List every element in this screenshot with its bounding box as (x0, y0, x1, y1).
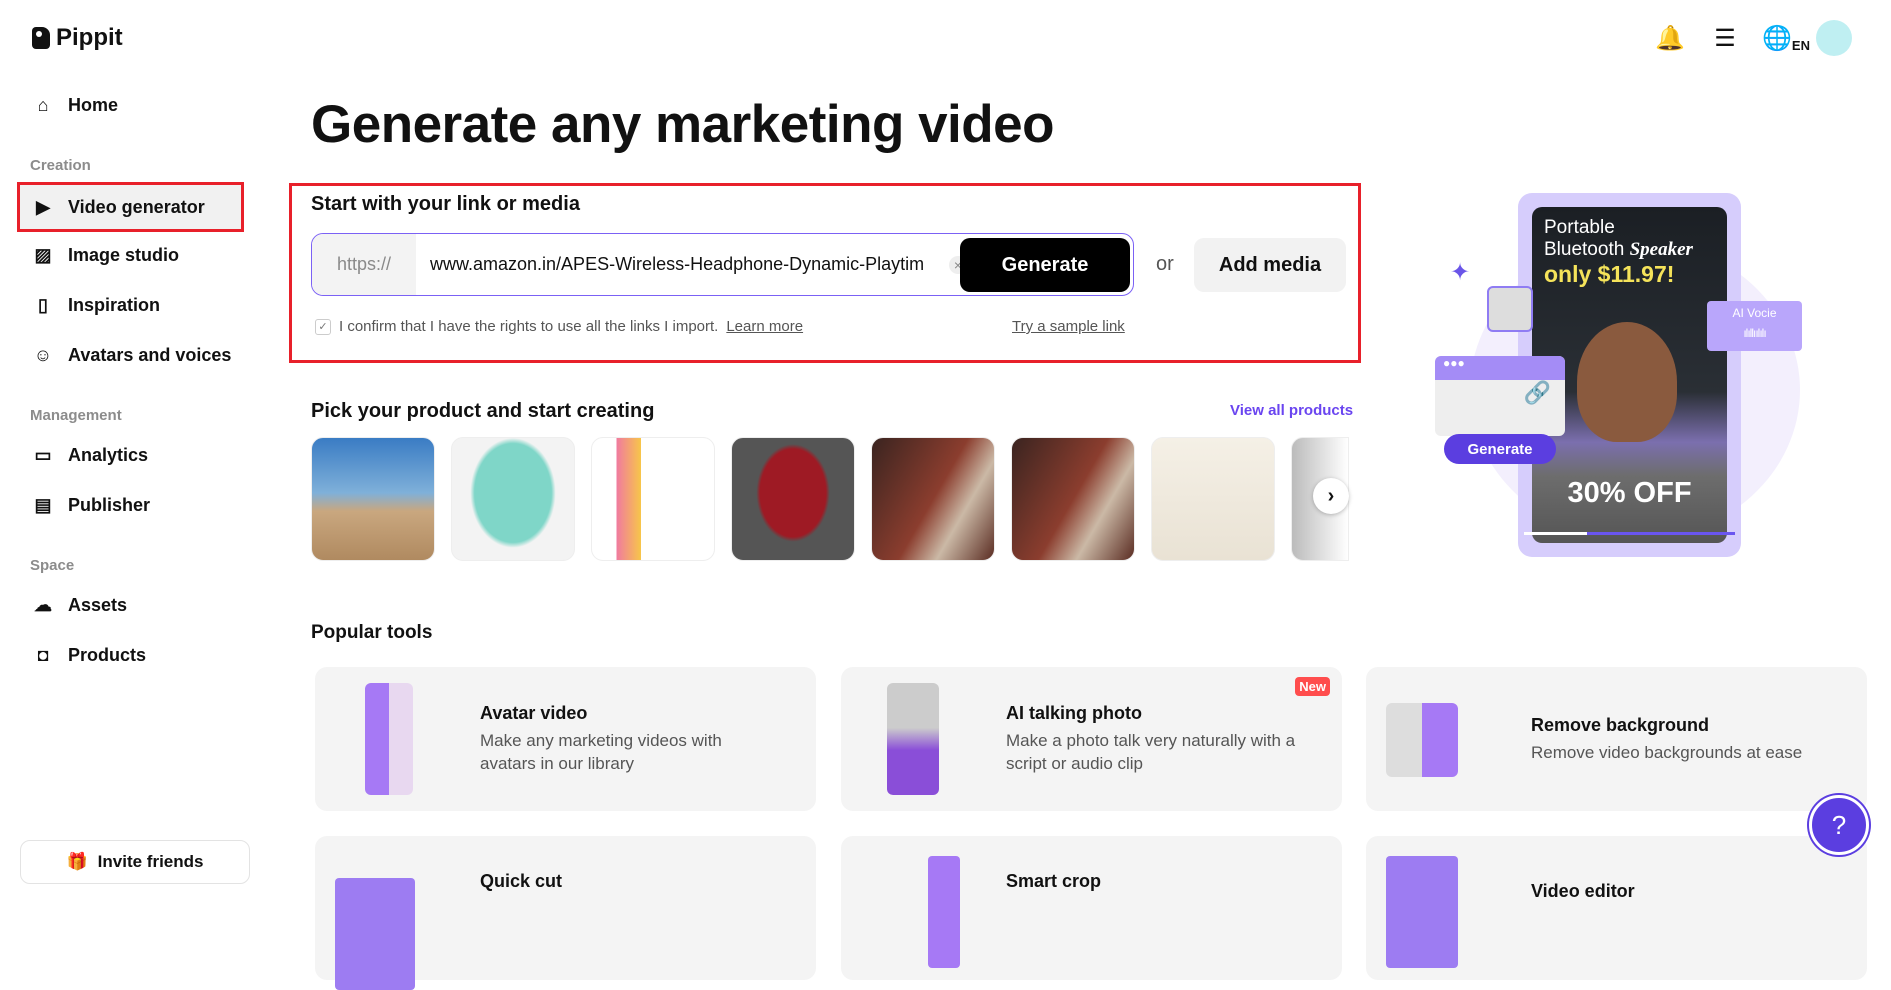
bell-icon[interactable]: 🔔 (1654, 22, 1686, 54)
products-heading: Pick your product and start creating (311, 400, 655, 422)
promo-generate-button: Generate (1444, 434, 1556, 464)
promo-person (1577, 322, 1677, 442)
image-plus-icon: ▨ (34, 244, 52, 265)
language-button[interactable]: 🌐 EN (1762, 22, 1810, 54)
next-products-button[interactable]: › (1313, 478, 1349, 514)
sidebar-item-assets[interactable]: ☁ Assets (17, 582, 244, 628)
product-thumbnail[interactable] (871, 437, 995, 561)
sidebar: ⌂ Home Creation ▶ Video generator ▨ Image s… (17, 0, 244, 897)
promo-text: Bluetooth (1544, 239, 1625, 260)
home-icon: ⌂ (37, 94, 49, 115)
or-label: or (1156, 253, 1174, 275)
generate-button[interactable]: Generate (960, 238, 1130, 292)
help-button[interactable]: ? (1809, 795, 1869, 855)
gift-icon: 🎁 (66, 852, 88, 871)
sidebar-item-analytics[interactable]: ▭ Analytics (17, 432, 244, 478)
link-card: ●●● 🔗 (1435, 356, 1565, 436)
globe-icon: 🌐 (1762, 24, 1792, 52)
bag-icon: ◘ (37, 644, 49, 665)
tool-card-avatar-video[interactable]: Avatar video Make any marketing videos wi… (315, 667, 816, 811)
quick-cut-thumbnail (335, 878, 415, 990)
sidebar-item-products[interactable]: ◘ Products (17, 632, 244, 678)
add-media-button[interactable]: Add media (1194, 238, 1346, 292)
promo-price: only $11.97! (1544, 261, 1675, 287)
video-editor-thumbnail (1386, 856, 1458, 968)
sidebar-item-inspiration[interactable]: ▯ Inspiration (17, 282, 244, 328)
smart-crop-thumbnail (928, 856, 960, 968)
calendar-icon: ▤ (34, 494, 52, 515)
product-thumbnail[interactable] (1011, 437, 1135, 561)
chart-icon: ▭ (34, 444, 52, 465)
sidebar-item-video-generator[interactable]: ▶ Video generator (17, 182, 244, 232)
video-plus-icon: ▶ (36, 196, 50, 217)
product-thumbnail[interactable] (1151, 437, 1275, 561)
sidebar-item-publisher[interactable]: ▤ Publisher (17, 482, 244, 528)
invite-friends-button[interactable]: 🎁 Invite friends (20, 840, 250, 884)
tool-card-remove-background[interactable]: Remove background Remove video background… (1366, 667, 1867, 811)
sidebar-item-avatars[interactable]: ☺ Avatars and voices (17, 332, 244, 378)
try-sample-link[interactable]: Try a sample link (1012, 318, 1125, 335)
avatar-icon: ☺ (33, 344, 53, 365)
tool-card-video-editor[interactable]: Video editor (1366, 836, 1867, 980)
tool-card-quick-cut[interactable]: Quick cut (315, 836, 816, 990)
sidebar-item-image-studio[interactable]: ▨ Image studio (17, 232, 244, 278)
tool-card-smart-crop[interactable]: Smart crop (841, 836, 1342, 980)
promo-text: Portable (1544, 217, 1615, 238)
product-thumbnail[interactable] (311, 437, 435, 561)
product-thumbnail[interactable] (451, 437, 575, 561)
view-all-products-link[interactable]: View all products (1230, 402, 1353, 419)
tools-heading: Popular tools (311, 622, 433, 643)
avatar-video-thumbnail (365, 683, 413, 795)
promo-progress (1524, 532, 1735, 535)
url-prefix: https:// (312, 234, 416, 295)
promo-discount: 30% OFF (1567, 477, 1692, 509)
sidebar-item-home[interactable]: ⌂ Home (17, 82, 244, 128)
section-label: Management (30, 407, 122, 424)
rights-confirmation: ✓ I confirm that I have the rights to use… (315, 318, 803, 335)
confirm-checkbox[interactable]: ✓ (315, 318, 331, 335)
talking-photo-thumbnail (887, 683, 939, 795)
product-thumbnail[interactable] (591, 437, 715, 561)
section-label: Creation (30, 157, 91, 174)
layers-icon[interactable]: ☰ (1709, 22, 1741, 54)
ai-voice-badge: AI Vocie ılıllıılılı (1707, 301, 1802, 351)
promo-text: Speaker (1629, 239, 1693, 260)
page-title: Generate any marketing video (311, 95, 1055, 154)
product-thumbnail[interactable] (731, 437, 855, 561)
cloud-icon: ☁ (34, 594, 52, 615)
url-input[interactable]: www.amazon.in/APES-Wireless-Headphone-Dy… (416, 234, 947, 295)
new-badge: New (1295, 677, 1330, 696)
sparkle-icon: ✦ (1450, 259, 1471, 286)
avatar[interactable] (1816, 20, 1852, 56)
headphone-thumb (1487, 286, 1533, 332)
learn-more-link[interactable]: Learn more (726, 318, 803, 335)
tool-card-ai-talking-photo[interactable]: AI talking photo Make a photo talk very n… (841, 667, 1342, 811)
link-heading: Start with your link or media (311, 193, 580, 215)
section-label: Space (30, 557, 75, 574)
remove-bg-thumbnail (1386, 703, 1458, 777)
inspiration-icon: ▯ (38, 294, 48, 315)
